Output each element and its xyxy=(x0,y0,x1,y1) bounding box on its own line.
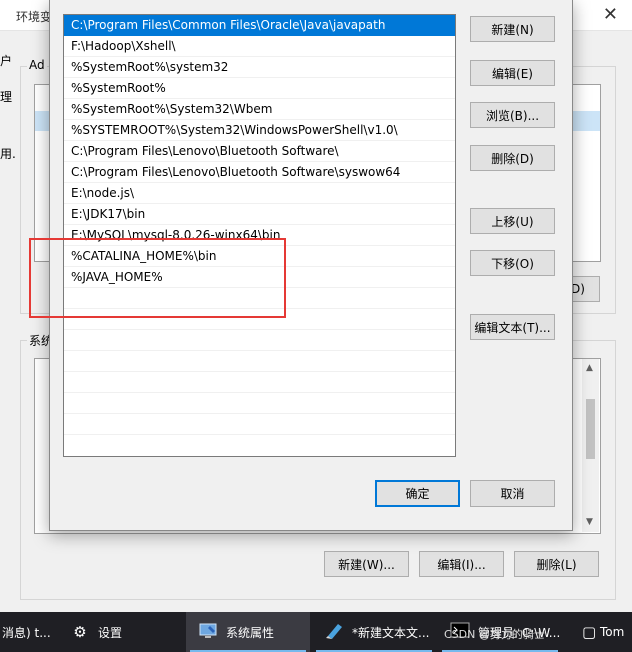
user-variables-label: Ad xyxy=(27,58,47,72)
path-item[interactable]: %SystemRoot%\system32 xyxy=(64,57,455,78)
empty-path-row[interactable] xyxy=(64,393,455,414)
left-edge-text: 户 xyxy=(0,54,13,68)
path-item[interactable]: C:\Program Files\Lenovo\Bluetooth Softwa… xyxy=(64,162,455,183)
edit-button[interactable]: 编辑(E) xyxy=(470,60,555,86)
close-icon[interactable]: ✕ xyxy=(603,4,618,25)
path-item[interactable]: %SystemRoot%\System32\Wbem xyxy=(64,99,455,120)
browse-button[interactable]: 浏览(B)... xyxy=(470,102,555,128)
left-edge-text: 用. xyxy=(0,147,16,161)
path-item[interactable]: E:\node.js\ xyxy=(64,183,455,204)
scroll-up-icon[interactable]: ▲ xyxy=(586,363,593,373)
system-edit-button[interactable]: 编辑(I)... xyxy=(419,551,504,577)
path-list[interactable]: C:\Program Files\Common Files\Oracle\Jav… xyxy=(63,14,456,457)
path-item[interactable]: F:\Hadoop\Xshell\ xyxy=(64,36,455,57)
left-edge-text: 理 xyxy=(0,90,13,104)
scrollbar[interactable]: ▲ ▼ xyxy=(582,359,599,532)
gear-icon: ⚙ xyxy=(73,623,87,641)
empty-path-row[interactable] xyxy=(64,372,455,393)
taskbar-item-label: 设置 xyxy=(98,625,123,640)
delete-button[interactable]: 删除(D) xyxy=(470,145,555,171)
taskbar-item-label: 系统属性 xyxy=(226,625,275,640)
path-item[interactable]: E:\JDK17\bin xyxy=(64,204,455,225)
edit-text-button[interactable]: 编辑文本(T)... xyxy=(470,314,555,340)
move-down-button[interactable]: 下移(O) xyxy=(470,250,555,276)
highlight-annotation xyxy=(29,238,286,318)
new-button[interactable]: 新建(N) xyxy=(470,16,555,42)
ok-button[interactable]: 确定 xyxy=(375,480,460,507)
taskbar-item-settings[interactable]: ⚙ 设置 xyxy=(60,612,184,652)
notepad-icon xyxy=(324,622,344,642)
empty-path-row[interactable] xyxy=(64,414,455,435)
app-icon: ▢ xyxy=(582,623,597,641)
taskbar-item-app[interactable]: ▢ Tom xyxy=(576,612,632,652)
path-item[interactable]: %SYSTEMROOT%\System32\WindowsPowerShell\… xyxy=(64,120,455,141)
path-item[interactable]: C:\Program Files\Common Files\Oracle\Jav… xyxy=(64,15,455,36)
system-properties-icon xyxy=(198,622,218,642)
scrollbar-thumb[interactable] xyxy=(586,399,595,459)
taskbar-item-label: *新建文本文... xyxy=(352,625,430,640)
system-new-button[interactable]: 新建(W)... xyxy=(324,551,409,577)
taskbar-item-messages[interactable]: 消息) t... xyxy=(0,612,58,652)
system-delete-button[interactable]: 删除(L) xyxy=(514,551,599,577)
scroll-down-icon[interactable]: ▼ xyxy=(586,517,593,527)
taskbar-item-system-properties[interactable]: 系统属性 xyxy=(186,612,310,652)
taskbar-item-notepad[interactable]: *新建文本文... xyxy=(312,612,436,652)
path-item[interactable]: C:\Program Files\Lenovo\Bluetooth Softwa… xyxy=(64,141,455,162)
watermark: CSDN @努力的骑士 xyxy=(444,628,545,641)
cancel-button[interactable]: 取消 xyxy=(470,480,555,507)
empty-path-row[interactable] xyxy=(64,351,455,372)
path-item[interactable]: %SystemRoot% xyxy=(64,78,455,99)
window-title: 环境变 xyxy=(16,10,53,24)
empty-path-row[interactable] xyxy=(64,330,455,351)
taskbar-item-label: 消息) t... xyxy=(2,625,51,640)
move-up-button[interactable]: 上移(U) xyxy=(470,208,555,234)
taskbar-item-label: Tom xyxy=(600,625,625,639)
